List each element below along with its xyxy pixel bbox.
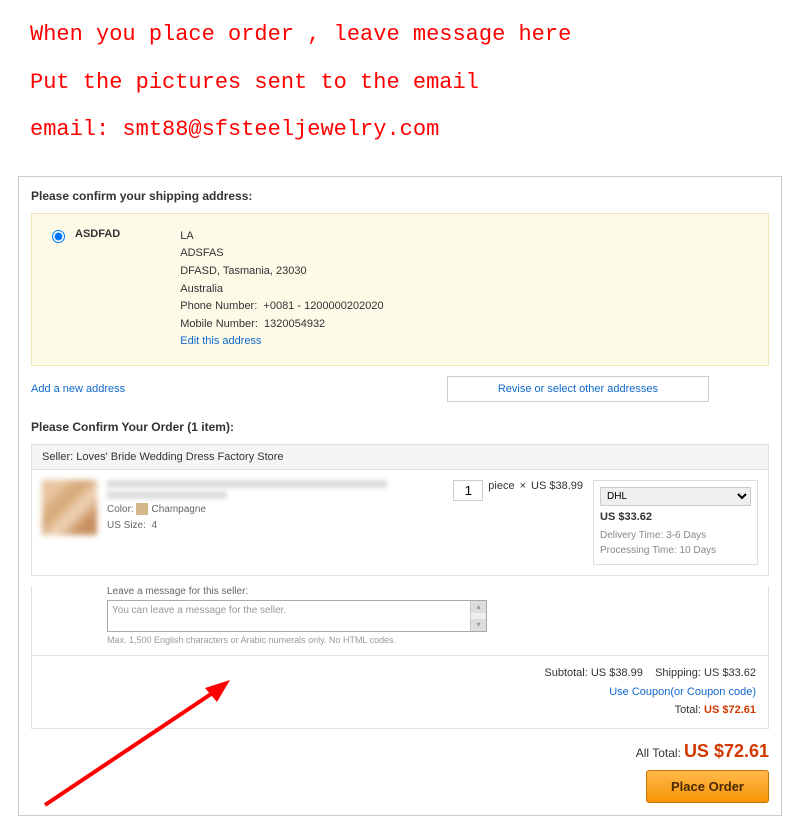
revise-address-button[interactable]: Revise or select other addresses [447, 376, 709, 402]
order-body: Color: Champagne US Size: 4 piece × US $… [31, 470, 769, 576]
product-title-blurred-2 [107, 491, 227, 499]
shipping-method-select[interactable]: DHL [600, 487, 751, 506]
message-label: Leave a message for this seller: [107, 586, 487, 597]
message-input[interactable]: You can leave a message for the seller. … [107, 600, 487, 632]
address-country: Australia [180, 281, 383, 299]
grand-total-row: All Total: US $72.61 Place Order [31, 741, 769, 803]
address-phone: Phone Number: +0081 - 1200000202020 [180, 298, 383, 316]
unit-label: piece [488, 480, 514, 492]
address-line2: ADSFAS [180, 245, 383, 263]
address-box: ASDFAD LA ADSFAS DFASD, Tasmania, 23030 … [31, 213, 769, 366]
message-row: Leave a message for this seller: You can… [31, 586, 769, 656]
instruction-line-3: email: smt88@sfsteeljewelry.com [30, 110, 770, 150]
shipping-column: DHL US $33.62 Delivery Time: 3-6 Days Pr… [593, 480, 758, 565]
unit-price: US $38.99 [531, 480, 583, 492]
product-thumbnail[interactable] [42, 480, 97, 535]
scroll-up-icon[interactable]: ▴ [471, 601, 486, 613]
order-section: Please Confirm Your Order (1 item): Sell… [31, 420, 769, 729]
address-details: LA ADSFAS DFASD, Tasmania, 23030 Austral… [180, 228, 383, 351]
place-order-button[interactable]: Place Order [646, 770, 769, 803]
all-total-amount: US $72.61 [684, 741, 769, 761]
address-city: LA [180, 228, 383, 246]
message-note: Max. 1,500 English characters or Arabic … [107, 635, 487, 645]
scroll-down-icon[interactable]: ▾ [471, 619, 486, 631]
all-total-label: All Total: [636, 746, 681, 760]
mult-icon: × [520, 480, 526, 492]
subtotal-row: Subtotal: US $38.99 Shipping: US $33.62 [44, 664, 756, 683]
instruction-overlay: When you place order , leave message her… [0, 0, 800, 168]
shipping-price: US $33.62 [600, 511, 751, 523]
add-address-link[interactable]: Add a new address [31, 383, 447, 395]
address-actions: Add a new address Revise or select other… [31, 376, 769, 402]
product-size: US Size: 4 [107, 518, 387, 534]
seller-bar: Seller: Loves' Bride Wedding Dress Facto… [31, 444, 769, 470]
message-scrollbar[interactable]: ▴▾ [470, 601, 486, 631]
address-selector[interactable]: ASDFAD [52, 228, 120, 351]
order-title: Please Confirm Your Order (1 item): [31, 420, 769, 434]
address-line3: DFASD, Tasmania, 23030 [180, 263, 383, 281]
quantity-column: piece × US $38.99 [453, 480, 583, 565]
address-radio[interactable] [52, 230, 65, 243]
address-name: ASDFAD [75, 228, 120, 240]
product-title-blurred [107, 480, 387, 488]
order-totals: Subtotal: US $38.99 Shipping: US $33.62 … [31, 656, 769, 729]
quantity-input[interactable] [453, 480, 483, 501]
color-swatch [136, 503, 148, 515]
product-color: Color: Champagne [107, 502, 387, 518]
address-mobile: Mobile Number: 1320054932 [180, 316, 383, 334]
product-column: Color: Champagne US Size: 4 [42, 480, 433, 565]
instruction-line-1: When you place order , leave message her… [30, 15, 770, 55]
coupon-link[interactable]: Use Coupon(or Coupon code) [44, 683, 756, 702]
processing-time: Processing Time: 10 Days [600, 543, 751, 558]
message-placeholder: You can leave a message for the seller. [112, 605, 286, 616]
product-info: Color: Champagne US Size: 4 [107, 480, 387, 565]
checkout-panel: Please confirm your shipping address: AS… [18, 176, 782, 816]
instruction-line-2: Put the pictures sent to the email [30, 63, 770, 103]
edit-address-link[interactable]: Edit this address [180, 333, 383, 351]
total-row: Total: US $72.61 [44, 701, 756, 720]
shipping-title: Please confirm your shipping address: [31, 189, 769, 203]
delivery-time: Delivery Time: 3-6 Days [600, 528, 751, 543]
message-area: Leave a message for this seller: You can… [107, 586, 487, 645]
